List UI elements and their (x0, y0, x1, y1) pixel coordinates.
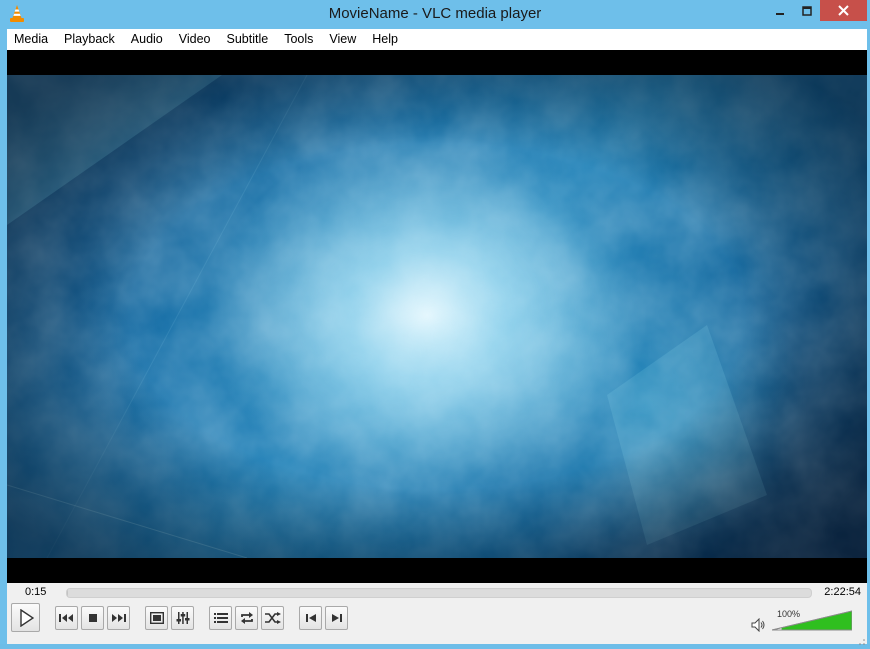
previous-icon (59, 614, 73, 622)
resize-grip-icon[interactable] (858, 635, 866, 645)
play-button[interactable] (11, 603, 40, 632)
minimize-button[interactable] (766, 0, 793, 21)
frame-next-button[interactable] (325, 606, 348, 630)
menu-subtitle[interactable]: Subtitle (219, 29, 277, 50)
video-frame-image (7, 75, 867, 558)
menu-tools[interactable]: Tools (276, 29, 321, 50)
menu-bar: Media Playback Audio Video Subtitle Tool… (7, 29, 867, 51)
loop-icon (240, 612, 253, 624)
volume-percent: 100% (777, 609, 801, 619)
video-frame[interactable] (7, 75, 867, 558)
frame-back-button[interactable] (299, 606, 322, 630)
frame-back-icon (305, 614, 316, 622)
seek-bar[interactable] (66, 588, 812, 598)
shuffle-icon (264, 612, 281, 624)
vlc-window: MovieName - VLC media player Media Playb… (0, 0, 870, 645)
close-icon (838, 5, 849, 16)
shuffle-button[interactable] (261, 606, 284, 630)
next-button[interactable] (107, 606, 130, 630)
window-title: MovieName - VLC media player (328, 5, 542, 22)
maximize-icon (801, 5, 812, 16)
menu-audio[interactable]: Audio (123, 29, 171, 50)
previous-button[interactable] (55, 606, 78, 630)
speaker-icon[interactable] (751, 617, 767, 633)
menu-playback[interactable]: Playback (56, 29, 123, 50)
playlist-button[interactable] (209, 606, 232, 630)
elapsed-time[interactable]: 0:15 (25, 586, 46, 598)
fullscreen-icon (149, 612, 164, 624)
fullscreen-button[interactable] (145, 606, 168, 630)
extended-settings-button[interactable] (171, 606, 194, 630)
seek-progress (67, 589, 69, 597)
control-panel: 0:15 2:22:54 100% (7, 583, 867, 645)
maximize-button[interactable] (793, 0, 820, 21)
stop-icon (88, 614, 97, 622)
menu-view[interactable]: View (321, 29, 364, 50)
playlist-icon (213, 613, 228, 623)
play-icon (19, 608, 34, 627)
video-area[interactable] (7, 50, 867, 583)
close-button[interactable] (820, 0, 867, 21)
menu-help[interactable]: Help (364, 29, 406, 50)
frame-next-icon (331, 614, 342, 622)
stop-button[interactable] (81, 606, 104, 630)
next-icon (112, 614, 126, 622)
minimize-icon (775, 12, 784, 15)
letterbox-bar (7, 558, 867, 583)
title-bar: MovieName - VLC media player (0, 0, 870, 29)
loop-button[interactable] (235, 606, 258, 630)
extended-settings-icon (176, 612, 189, 624)
menu-media[interactable]: Media (7, 29, 56, 50)
total-time[interactable]: 2:22:54 (824, 586, 861, 598)
menu-video[interactable]: Video (171, 29, 219, 50)
